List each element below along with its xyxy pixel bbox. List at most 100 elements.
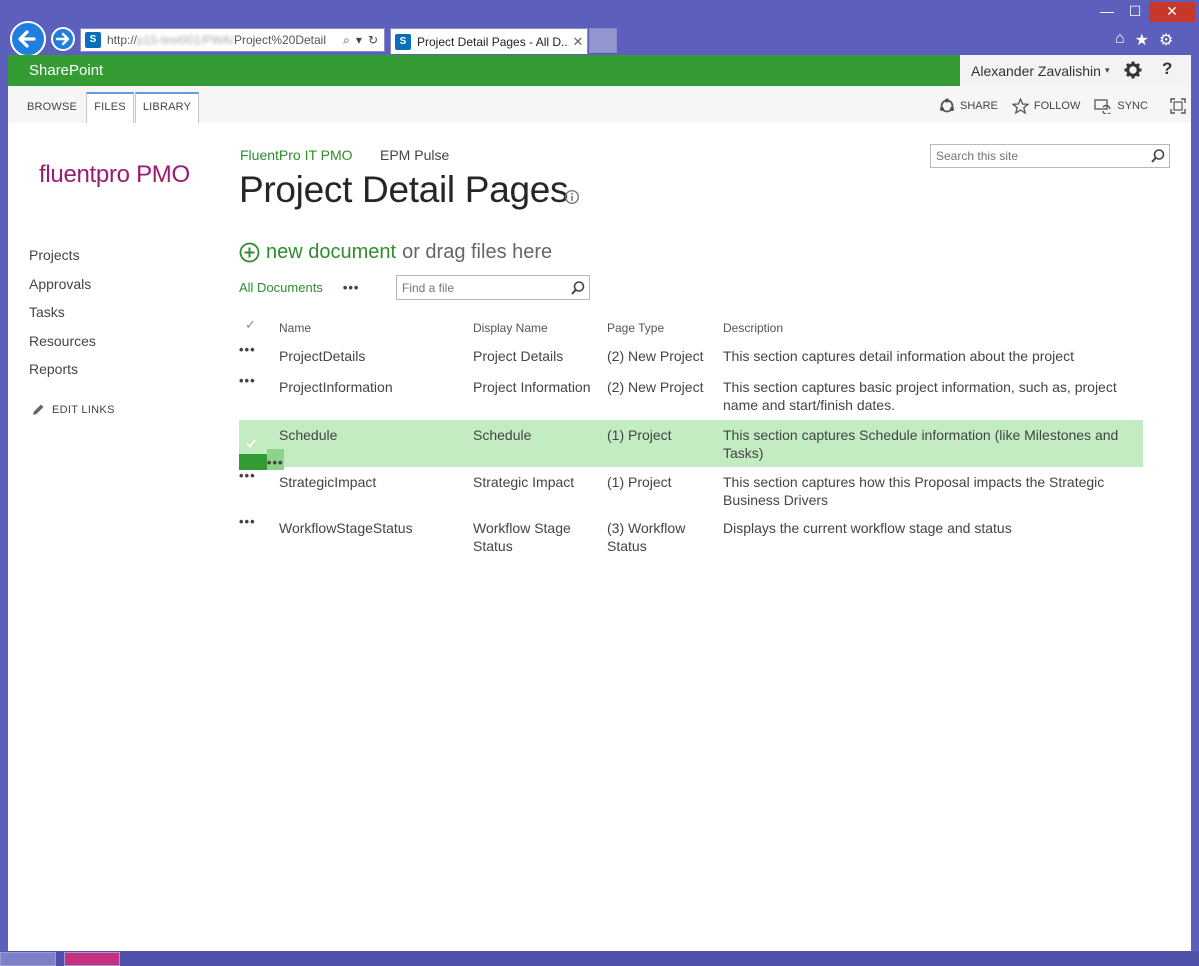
site-search-box[interactable] [930,144,1170,168]
edit-links-button[interactable]: EDIT LINKS [31,403,115,417]
share-button[interactable]: SHARE [939,98,998,114]
maximize-button[interactable]: ☐ [1121,2,1149,22]
close-window-button[interactable]: ✕ [1149,2,1195,22]
follow-label: FOLLOW [1033,100,1081,112]
tab-title: Project Detail Pages - All D... [417,34,569,49]
leftnav-reports[interactable]: Reports [29,359,96,388]
row-display-name: Schedule [473,427,532,443]
table-row[interactable]: StrategicImpact ••• Strategic Impact (1)… [239,467,1143,513]
minimize-button[interactable]: — [1093,2,1121,22]
tab-files[interactable]: FILES [86,92,134,123]
table-row[interactable]: ProjectDetails ••• Project Details (2) N… [239,341,1143,372]
sharepoint-favicon-icon: S [85,32,101,48]
row-ellipsis-icon[interactable]: ••• [239,462,256,483]
refresh-icon[interactable]: ↻ [368,33,378,48]
row-name-link[interactable]: ProjectDetails [279,347,429,365]
view-options-ellipsis-icon[interactable]: ••• [343,280,360,295]
tab-close-icon[interactable]: ✕ [569,34,587,50]
new-document-area: new document or drag files here [239,241,552,264]
row-display-name: Workflow Stage Status [473,520,571,554]
site-search-input[interactable] [931,149,1147,163]
focus-on-content-button[interactable] [1170,98,1186,114]
info-icon[interactable] [564,189,580,205]
table-row[interactable]: WorkflowStageStatus ••• Workflow Stage S… [239,513,1143,561]
row-display-name: Strategic Impact [473,474,575,490]
table-row[interactable]: ProjectInformation ••• Project Informati… [239,372,1143,420]
back-button[interactable] [10,21,46,57]
row-description: This section captures basic project info… [723,379,1117,413]
share-label: SHARE [960,100,998,112]
row-checked-icon [246,439,256,448]
sync-icon [1094,99,1112,114]
taskbar-app-button[interactable] [64,952,120,966]
forward-button[interactable] [51,27,75,51]
address-path: Project%20Detail [233,33,327,47]
row-page-type: (2) New Project [607,379,704,395]
pencil-icon [33,404,44,415]
find-file-box[interactable] [396,275,590,300]
settings-gear-icon[interactable] [1124,61,1142,79]
tab-sharepoint-icon: S [395,33,411,50]
address-scheme: http:// [107,33,138,47]
user-area: Alexander Zavalishin ▾ ? [960,55,1191,86]
leftnav-resources[interactable]: Resources [29,331,96,360]
row-name-link[interactable]: ProjectInformation [279,378,429,396]
focus-content-icon [1170,98,1186,114]
arrow-left-icon [18,30,36,48]
row-name-link[interactable]: Schedule [279,426,429,444]
leftnav-approvals[interactable]: Approvals [29,274,96,303]
arrow-right-icon [55,32,70,46]
share-icon [940,98,954,113]
left-navigation: Projects Approvals Tasks Resources Repor… [29,245,96,388]
ribbon: BROWSE FILES LIBRARY SHARE FOLLOW SYNC [8,86,1191,123]
topnav-link-epm-pulse[interactable]: EPM Pulse [380,147,449,163]
help-icon[interactable]: ? [1162,59,1172,79]
row-page-type: (1) Project [607,474,672,490]
new-tab-button[interactable] [589,28,617,53]
address-url[interactable]: http://p15-test001/PWA/Project%20Detail [107,33,343,47]
leftnav-tasks[interactable]: Tasks [29,302,96,331]
row-description: This section captures Schedule informati… [723,427,1119,461]
find-file-search-icon[interactable] [567,280,589,296]
windows-taskbar [0,951,1199,966]
address-search-icon[interactable]: ⌕ [343,33,350,48]
suite-bar: SharePoint Alexander Zavalishin ▾ ? [8,55,1191,86]
add-circle-icon[interactable] [239,242,260,263]
home-icon[interactable]: ⌂ [1115,30,1125,50]
search-icon[interactable] [1147,148,1169,164]
find-file-input[interactable] [397,280,567,295]
view-all-documents[interactable]: All Documents [239,280,323,295]
new-document-link[interactable]: new document [266,241,396,264]
tab-browse[interactable]: BROWSE [19,92,85,123]
user-menu[interactable]: Alexander Zavalishin [960,63,1101,79]
sharepoint-page: SharePoint Alexander Zavalishin ▾ ? BROW… [8,55,1191,951]
row-description: This section captures how this Proposal … [723,474,1105,508]
sync-button[interactable]: SYNC [1094,98,1148,114]
table-row-selected[interactable]: Schedule ••• Schedule (1) Project This s… [239,420,1143,470]
site-logo[interactable]: fluentpro PMO [39,161,190,189]
user-caret-icon[interactable]: ▾ [1105,65,1110,76]
row-page-type: (1) Project [607,427,672,443]
browser-tools-gear-icon[interactable]: ⚙ [1159,30,1173,50]
row-ellipsis-icon[interactable]: ••• [239,508,256,529]
leftnav-projects[interactable]: Projects [29,245,96,274]
row-description: This section captures detail information… [723,348,1074,364]
favorites-star-icon[interactable]: ★ [1135,30,1149,50]
follow-button[interactable]: FOLLOW [1011,98,1081,114]
row-display-name: Project Information [473,379,591,395]
browser-tab-active[interactable]: S Project Detail Pages - All D... ✕ [390,28,588,54]
row-page-type: (2) New Project [607,348,704,364]
browser-window: — ☐ ✕ S http://p15-test001/PWA/Project%2… [0,0,1199,966]
edit-links-label: EDIT LINKS [52,404,115,416]
row-ellipsis-icon[interactable]: ••• [239,336,256,357]
row-display-name: Project Details [473,348,564,364]
row-name-link[interactable]: StrategicImpact [279,473,429,491]
address-dropdown-icon[interactable]: ▾ [356,33,362,48]
sharepoint-brand[interactable]: SharePoint [29,62,103,79]
tab-library[interactable]: LIBRARY [135,92,199,123]
topnav-link-fluentpro-it-pmo[interactable]: FluentPro IT PMO [240,147,353,163]
row-ellipsis-icon[interactable]: ••• [239,367,256,388]
row-name-link[interactable]: WorkflowStageStatus [279,519,429,537]
address-bar[interactable]: S http://p15-test001/PWA/Project%20Detai… [80,28,385,52]
start-button[interactable] [0,952,56,966]
